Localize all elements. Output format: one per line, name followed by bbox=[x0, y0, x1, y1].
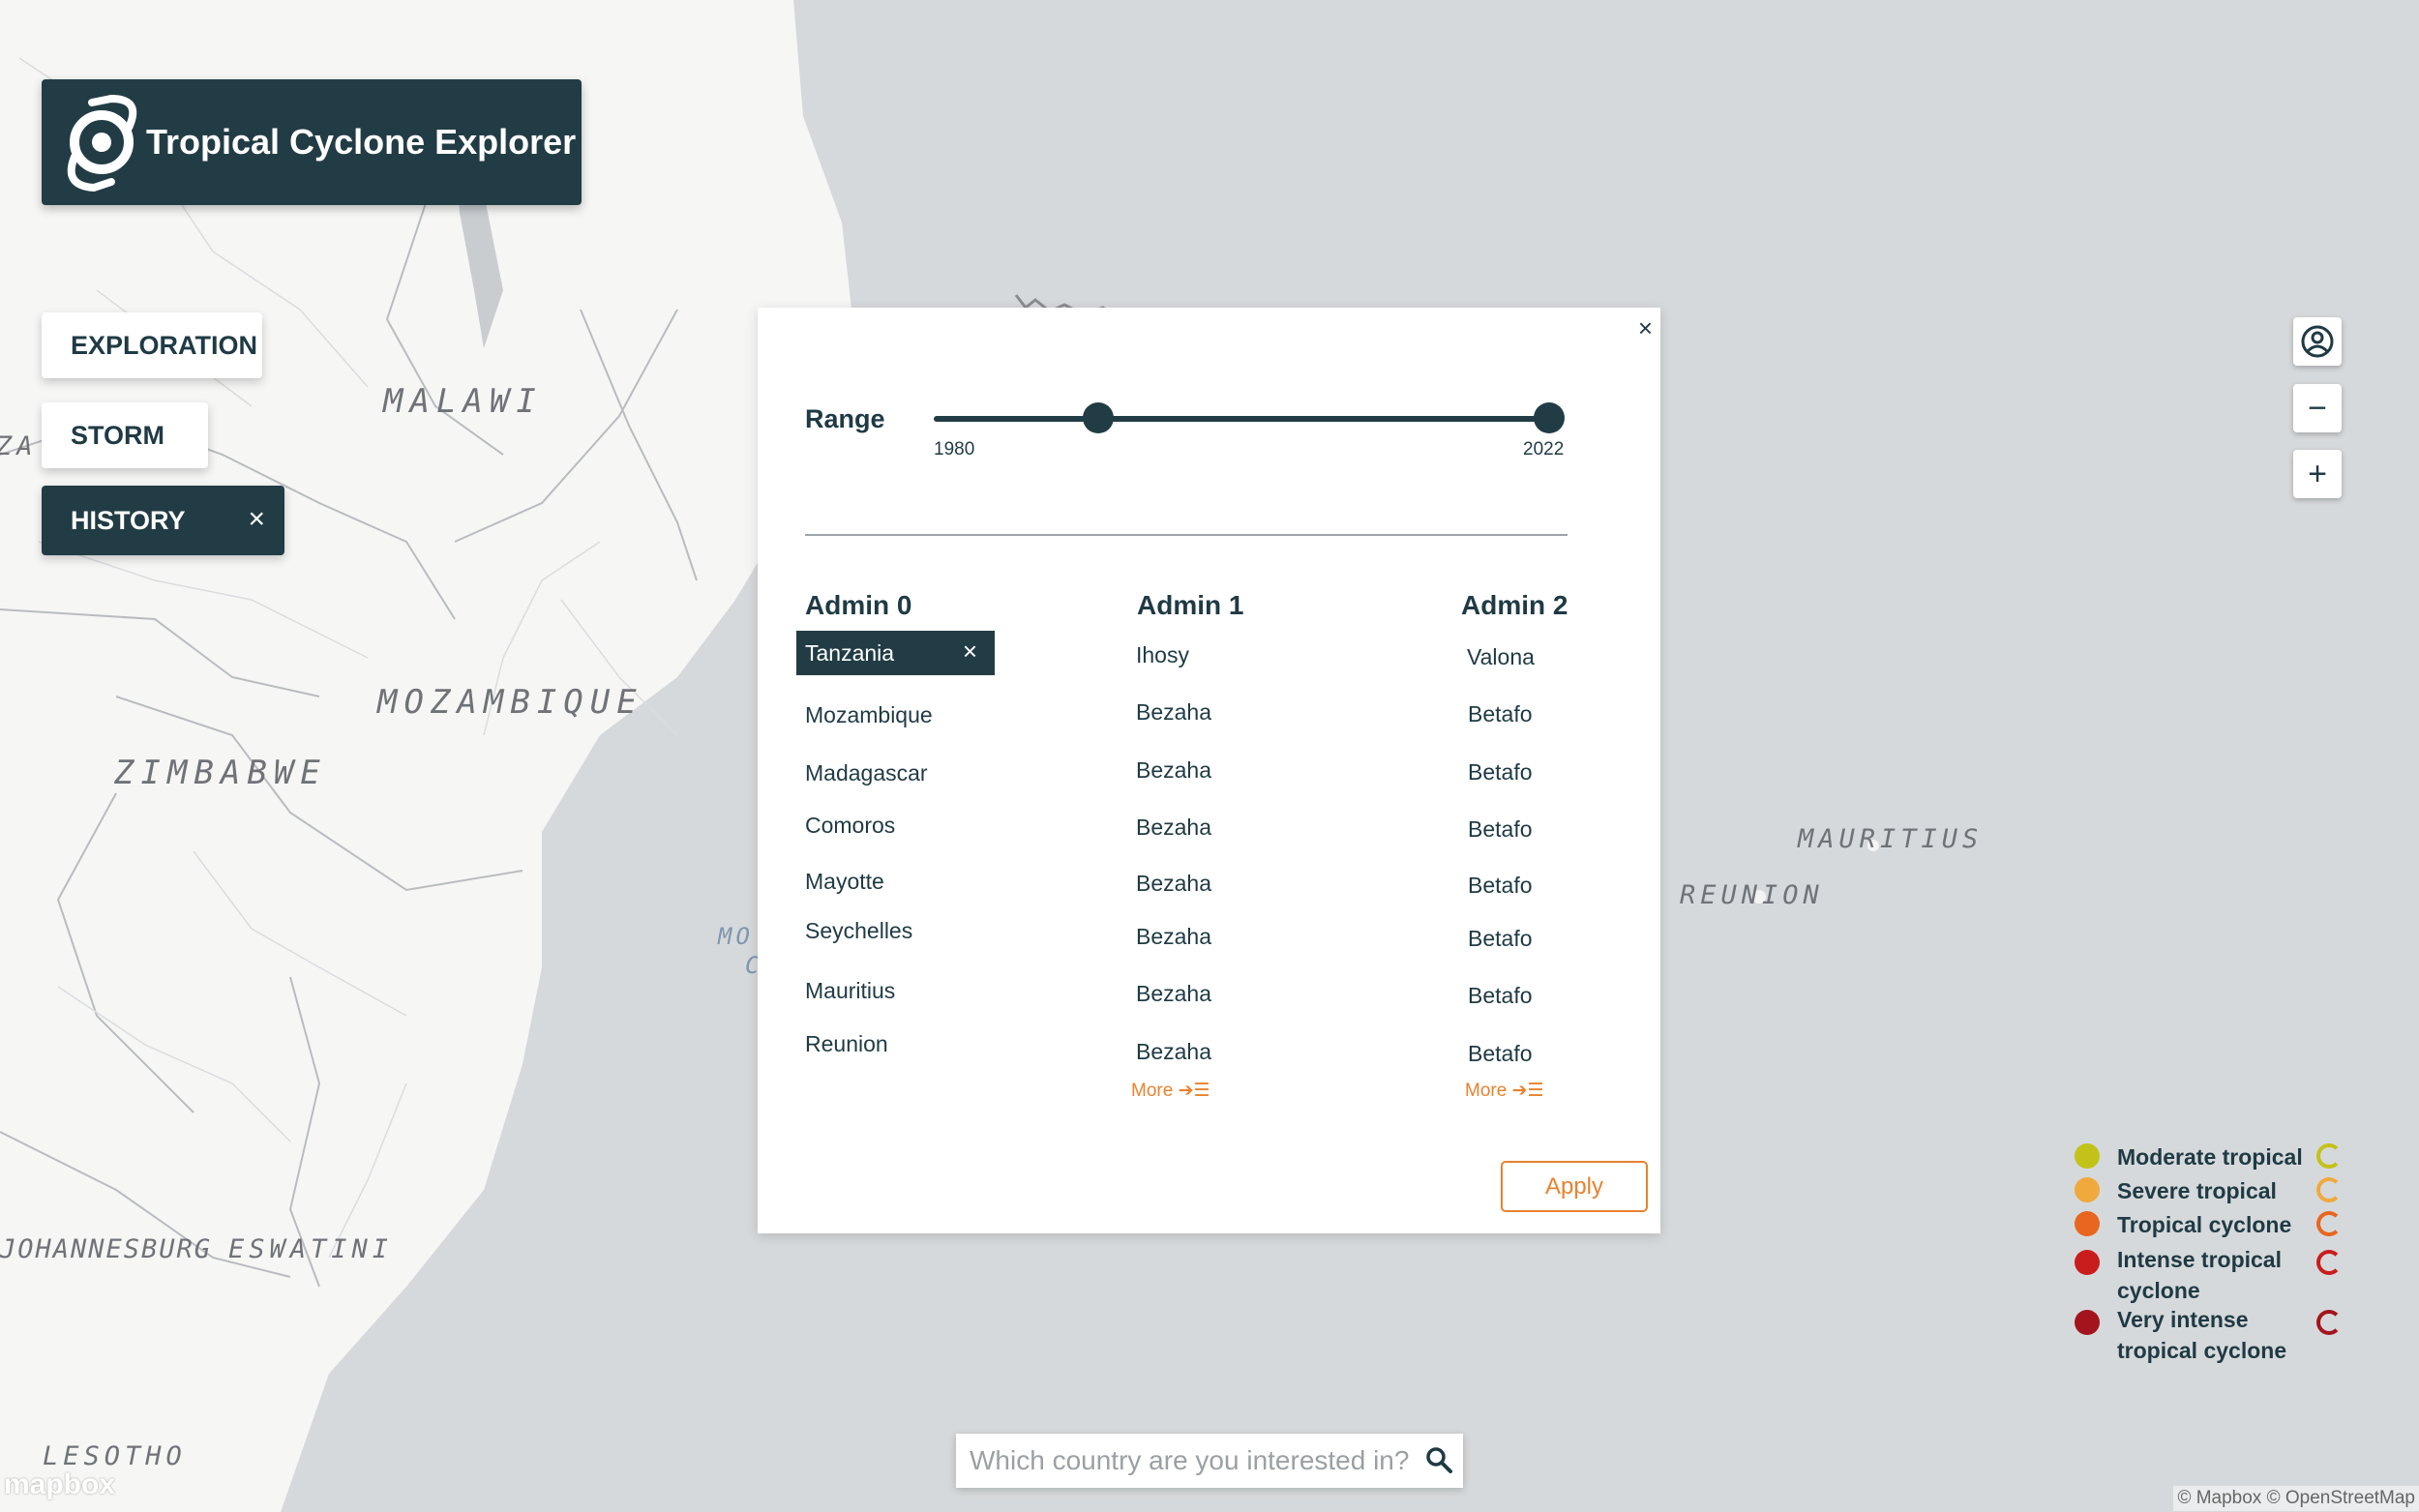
admin0-item[interactable]: Mozambique bbox=[805, 702, 933, 728]
range-end-handle[interactable] bbox=[1534, 402, 1565, 433]
cyclone-category-dot-icon bbox=[2075, 1310, 2100, 1335]
admin1-item[interactable]: Bezaha bbox=[1136, 871, 1211, 897]
nav-exploration-button[interactable]: EXPLORATION bbox=[42, 312, 262, 378]
admin0-item[interactable]: Seychelles bbox=[805, 918, 912, 944]
admin2-item[interactable]: Valona bbox=[1467, 644, 1535, 670]
app-title: Tropical Cyclone Explorer bbox=[146, 122, 577, 162]
legend-label: Intense tropical cyclone bbox=[2117, 1247, 2282, 1303]
zoom-in-button[interactable]: + bbox=[2293, 450, 2342, 498]
admin2-item[interactable]: Betafo bbox=[1468, 759, 1533, 786]
cyclone-swirl-icon bbox=[2316, 1177, 2342, 1202]
user-icon bbox=[2301, 325, 2334, 358]
admin1-item[interactable]: Bezaha bbox=[1136, 699, 1211, 726]
legend-label: Tropical cyclone bbox=[2117, 1212, 2292, 1237]
nav-history-label: HISTORY bbox=[71, 505, 186, 535]
apply-button[interactable]: Apply bbox=[1501, 1161, 1648, 1212]
admin0-selected-chip[interactable]: Tanzania × bbox=[796, 631, 995, 675]
app-header: Tropical Cyclone Explorer bbox=[42, 79, 582, 205]
minus-icon: − bbox=[2308, 389, 2327, 427]
admin2-header: Admin 2 bbox=[1461, 590, 1568, 620]
admin1-item[interactable]: Bezaha bbox=[1136, 981, 1211, 1007]
cyclone-category-dot-icon bbox=[2075, 1211, 2100, 1236]
nav-storm-button[interactable]: STORM bbox=[42, 402, 208, 468]
history-filter-panel: × Range 1980 2022 Admin 0 Tanzania × Moz… bbox=[758, 308, 1660, 1233]
admin1-item[interactable]: Bezaha bbox=[1136, 757, 1211, 784]
map-label-za: ZA bbox=[0, 431, 38, 461]
user-account-button[interactable] bbox=[2293, 317, 2342, 366]
admin0-item[interactable]: Mayotte bbox=[805, 869, 884, 895]
cyclone-swirl-icon bbox=[2316, 1250, 2342, 1275]
country-search-box[interactable] bbox=[956, 1434, 1463, 1488]
divider bbox=[805, 534, 1568, 536]
country-search-input[interactable] bbox=[968, 1444, 1417, 1477]
admin0-item[interactable]: Comoros bbox=[805, 813, 895, 839]
admin0-item[interactable]: Madagascar bbox=[805, 760, 928, 786]
mapbox-logo[interactable]: mapbox bbox=[4, 1468, 115, 1501]
cyclone-category-dot-icon bbox=[2075, 1250, 2100, 1275]
map-label-eswatini: ESWATINI bbox=[228, 1234, 394, 1264]
map-attribution[interactable]: © Mapbox © OpenStreetMap bbox=[2173, 1486, 2419, 1511]
map-label-malawi: MALAWI bbox=[383, 382, 543, 421]
range-label: Range bbox=[805, 404, 885, 433]
admin1-more-link[interactable]: More ➔☰ bbox=[1131, 1080, 1210, 1102]
nav-storm-label: STORM bbox=[71, 420, 165, 450]
remove-selection-icon[interactable]: × bbox=[963, 637, 977, 667]
cyclone-logo-icon bbox=[67, 94, 137, 193]
mapbox-wordmark: mapbox bbox=[4, 1468, 116, 1500]
zoom-out-button[interactable]: − bbox=[2293, 384, 2342, 432]
cyclone-category-dot-icon bbox=[2075, 1143, 2100, 1169]
search-icon[interactable] bbox=[1424, 1445, 1453, 1474]
year-range-slider[interactable] bbox=[934, 402, 1565, 433]
close-panel-icon[interactable]: × bbox=[1638, 313, 1653, 343]
map-label-mauritius: MAURITIUS bbox=[1798, 824, 1984, 854]
admin1-item[interactable]: Bezaha bbox=[1136, 815, 1211, 841]
admin1-item[interactable]: Bezaha bbox=[1136, 924, 1211, 950]
admin2-more-link[interactable]: More ➔☰ bbox=[1465, 1080, 1544, 1102]
cyclone-swirl-icon bbox=[2316, 1310, 2342, 1335]
admin2-item[interactable]: Betafo bbox=[1468, 926, 1533, 952]
admin0-header: Admin 0 bbox=[805, 590, 912, 620]
admin2-item[interactable]: Betafo bbox=[1468, 1041, 1533, 1067]
cyclone-swirl-icon bbox=[2316, 1211, 2342, 1236]
map-label-johannesburg: JOHANNESBURG bbox=[0, 1234, 213, 1264]
admin1-item[interactable]: Ihosy bbox=[1136, 642, 1189, 668]
admin0-selected-label: Tanzania bbox=[805, 639, 895, 666]
legend-label: Severe tropical bbox=[2117, 1178, 2277, 1203]
map-label-reunion: REUNION bbox=[1680, 880, 1824, 910]
plus-icon: + bbox=[2308, 455, 2327, 492]
admin2-item[interactable]: Betafo bbox=[1468, 873, 1533, 899]
legend-label: Moderate tropical bbox=[2117, 1144, 2303, 1170]
map-label-zimbabwe: ZIMBABWE bbox=[114, 754, 327, 792]
admin1-header: Admin 1 bbox=[1137, 590, 1244, 620]
cyclone-swirl-icon bbox=[2316, 1143, 2342, 1169]
admin1-item[interactable]: Bezaha bbox=[1136, 1039, 1211, 1065]
range-start-handle[interactable] bbox=[1083, 402, 1114, 433]
admin0-item[interactable]: Reunion bbox=[805, 1031, 888, 1057]
nav-exploration-label: EXPLORATION bbox=[71, 330, 258, 360]
nav-history-button[interactable]: HISTORY × bbox=[42, 486, 284, 555]
admin0-item[interactable]: Mauritius bbox=[805, 978, 895, 1004]
map-label-lesotho: LESOTHO bbox=[43, 1441, 187, 1471]
close-history-icon[interactable]: × bbox=[248, 503, 265, 536]
map-label-mo: MO bbox=[718, 923, 754, 950]
admin2-item[interactable]: Betafo bbox=[1468, 816, 1533, 843]
map-label-mozambique: MOZAMBIQUE bbox=[377, 683, 643, 722]
cyclone-category-dot-icon bbox=[2075, 1177, 2100, 1202]
admin2-item[interactable]: Betafo bbox=[1468, 701, 1533, 727]
admin2-item[interactable]: Betafo bbox=[1468, 983, 1533, 1009]
legend-label: Very intense tropical cyclone bbox=[2117, 1307, 2287, 1363]
range-min-label: 1980 bbox=[934, 439, 975, 460]
range-max-label: 2022 bbox=[1523, 439, 1565, 460]
